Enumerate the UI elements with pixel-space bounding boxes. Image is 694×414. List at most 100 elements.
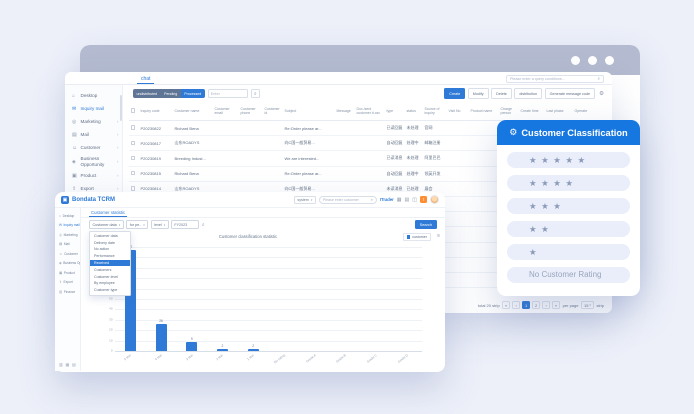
rating-none-label: No Customer Rating <box>529 270 601 279</box>
avatar[interactable] <box>430 195 439 204</box>
query-input[interactable] <box>510 77 597 81</box>
cell <box>239 127 263 129</box>
checkbox[interactable] <box>131 125 136 130</box>
bar-2-star[interactable] <box>217 349 228 351</box>
x-axis-line <box>115 351 422 352</box>
row-checkbox-cell[interactable] <box>129 124 139 132</box>
chart-legend[interactable]: customer <box>403 233 431 241</box>
sidebar-item-desktop[interactable]: ⌂Desktop <box>65 89 122 102</box>
page-2-button[interactable]: 2 <box>532 301 540 309</box>
dropdown-item-delivery-date[interactable]: Delivery date <box>90 239 130 246</box>
dropdown-item-performance[interactable]: Performance <box>90 253 130 260</box>
search-icon: ⌕ <box>254 91 257 97</box>
cell <box>263 157 283 159</box>
row-checkbox-cell[interactable] <box>129 155 139 163</box>
checkbox[interactable] <box>131 171 136 176</box>
sidebar-item-product[interactable]: ▣Product› <box>65 169 122 182</box>
statistics-tabbar: Customer statistic <box>81 208 445 218</box>
rating-3-stars[interactable]: ★★★ <box>507 198 630 215</box>
delete-button[interactable]: Delete <box>491 88 512 99</box>
sidebar-item-business-opportunity[interactable]: ◈Business Opportunity› <box>65 154 122 169</box>
distribution-button[interactable]: distribution <box>514 88 542 99</box>
apps-grid-icon[interactable]: ▦ <box>397 197 402 203</box>
bar-value-label: 2 <box>222 345 224 348</box>
row-checkbox-cell[interactable] <box>129 140 139 148</box>
mini-sidebar-item-inquiry-mail[interactable]: ✉Inquiry mail <box>55 221 80 231</box>
search-button[interactable]: ⌕ <box>251 89 260 98</box>
itrader-link[interactable]: ITrader <box>380 197 394 202</box>
mini-sidebar-item-product[interactable]: ▣Product <box>55 268 80 278</box>
page-1-button[interactable]: 1 <box>522 301 530 309</box>
level-select[interactable]: level ▾ <box>151 220 169 229</box>
select-all-checkbox[interactable] <box>129 107 139 115</box>
checkbox[interactable] <box>131 186 136 191</box>
row-checkbox-cell[interactable] <box>129 170 139 178</box>
y-tick-label: 10 <box>109 339 112 342</box>
generate-message-code-button[interactable]: Generate message code <box>545 88 595 99</box>
year-input[interactable] <box>171 220 199 229</box>
mini-sidebar-item-finance[interactable]: ▥Finance <box>55 287 80 297</box>
chart-list-icon[interactable]: ▤ <box>72 362 76 367</box>
bar-4-star[interactable] <box>156 324 167 351</box>
filter-pending[interactable]: Pending <box>161 89 181 98</box>
rating-2-stars[interactable]: ★★ <box>507 221 630 238</box>
sidebar-item-marketing[interactable]: ◎Marketing› <box>65 115 122 128</box>
dropdown-item-customer-level[interactable]: Customer level <box>90 273 130 280</box>
mini-sidebar-item-export[interactable]: ⇪Export <box>55 278 80 288</box>
filter-undistributed[interactable]: undistributed <box>133 89 161 98</box>
checkbox[interactable] <box>131 108 136 113</box>
rating-1-stars[interactable]: ★ <box>507 244 630 261</box>
dropdown-item-no-action[interactable]: No action <box>90 246 130 253</box>
first-page-button[interactable]: « <box>502 301 510 309</box>
mini-sidebar-item-customer[interactable]: ☺Customer <box>55 249 80 259</box>
by-select-label: for pe.. <box>130 223 141 227</box>
notification-icon[interactable]: ! <box>420 196 427 203</box>
last-page-button[interactable]: » <box>552 301 560 309</box>
field-select[interactable]: Customer data ▾ <box>89 220 124 229</box>
bar-1-star[interactable] <box>248 349 259 351</box>
modify-button[interactable]: Modify <box>468 88 489 99</box>
mini-sidebar-item-mail[interactable]: ▤Mail <box>55 240 80 250</box>
rating-4-stars[interactable]: ★★★★ <box>507 175 630 192</box>
sidebar-item-customer[interactable]: ☺Customer› <box>65 141 122 154</box>
bar-3-star[interactable] <box>186 342 197 351</box>
next-page-button[interactable]: › <box>542 301 550 309</box>
dropdown-item-customers[interactable]: Customers <box>90 266 130 273</box>
dropdown-item-received[interactable]: Received <box>90 260 130 267</box>
search-button[interactable]: Search <box>415 220 437 230</box>
search-input[interactable] <box>208 89 248 98</box>
tab-customer-statistic[interactable]: Customer statistic <box>89 210 127 218</box>
page-size-select[interactable]: 15 ▾ <box>581 301 594 309</box>
by-select[interactable]: for pe.. ▾ <box>126 220 148 229</box>
system-select[interactable]: system ▾ <box>294 196 316 204</box>
dropdown-item-customer-type[interactable]: Customer type <box>90 287 130 294</box>
cell <box>469 173 499 175</box>
tab-chat[interactable]: chat <box>137 76 154 85</box>
sidebar-item-mail[interactable]: ▤Mail› <box>65 128 122 141</box>
mini-sidebar-item-desktop[interactable]: ⌂Desktop <box>55 211 80 221</box>
create-button[interactable]: Create <box>444 88 465 99</box>
checkbox[interactable] <box>131 141 136 146</box>
chart-bar-icon[interactable]: ▥ <box>59 362 63 367</box>
gear-icon[interactable]: ⚙ <box>599 91 604 97</box>
checkbox[interactable] <box>131 156 136 161</box>
chevron-down-icon: ▾ <box>311 198 313 202</box>
layout-icon[interactable]: ▤ <box>405 197 410 203</box>
customer-search-input[interactable] <box>323 198 369 202</box>
prev-page-button[interactable]: ‹ <box>512 301 520 309</box>
fullscreen-icon[interactable]: ◫ <box>412 197 417 203</box>
dropdown-item-by-employee[interactable]: By employee <box>90 280 130 287</box>
mini-sidebar-item-business-opportunity[interactable]: ◈Business Opportunity <box>55 259 80 269</box>
sidebar-item-label: Product <box>81 173 97 179</box>
filter-processed[interactable]: Processed <box>181 89 205 98</box>
browser-titlebar <box>80 45 640 75</box>
customer-icon: ☺ <box>72 145 78 151</box>
rating-5-stars[interactable]: ★★★★★ <box>507 152 630 169</box>
dropdown-item-customer-data[interactable]: Customer data <box>90 233 130 240</box>
chart-grid-icon[interactable]: ▦ <box>65 362 69 367</box>
sidebar-item-inquiry-mail[interactable]: ✉Inquiry mail <box>65 102 122 115</box>
mini-sidebar-item-marketing[interactable]: ◎Marketing <box>55 230 80 240</box>
chart-menu-icon[interactable]: ≡ <box>437 233 440 239</box>
rating-none[interactable]: No Customer Rating <box>507 267 630 284</box>
search-icon[interactable]: ⌕ <box>202 222 205 228</box>
